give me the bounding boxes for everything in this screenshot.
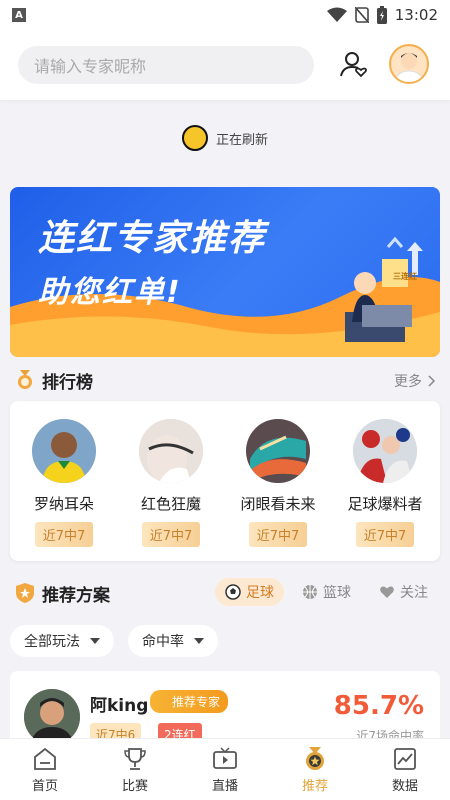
- user-avatar[interactable]: [389, 44, 429, 84]
- status-bar: A 13:02: [0, 0, 450, 30]
- filters: 全部玩法 命中率: [10, 625, 218, 657]
- app-notification-icon: A: [12, 8, 26, 22]
- rank-name: 足球爆料者: [347, 495, 423, 513]
- rank-tag: 近7中7: [34, 522, 94, 547]
- ranking-card: 罗纳耳朵 近7中7 红色狂魔 近7中7 闭眼看未来 近7中7 足球爆料者 近7中…: [10, 401, 440, 561]
- promo-banner[interactable]: 连红专家推荐 助您红单! 三连红: [10, 187, 440, 357]
- rank-avatar: [32, 419, 96, 483]
- expert-name: 阿king: [90, 696, 149, 716]
- tab-label: 足球: [246, 585, 274, 601]
- shield-icon: [16, 583, 34, 603]
- caret-down-icon: [194, 638, 204, 644]
- rank-avatar: [246, 419, 310, 483]
- nav-label: 比赛: [121, 778, 148, 794]
- rank-name: 罗纳耳朵: [33, 495, 94, 513]
- rank-avatar: [353, 419, 417, 483]
- filter-label: 全部玩法: [24, 634, 80, 650]
- medal-icon: [18, 370, 32, 389]
- nav-label: 数据: [391, 778, 418, 794]
- banner-title: 连红专家推荐: [38, 218, 267, 259]
- nav-label: 首页: [31, 778, 58, 794]
- rank-tag: 近7中7: [355, 522, 415, 547]
- chevron-right-icon: [428, 375, 436, 387]
- nav-data[interactable]: 数据: [360, 739, 450, 800]
- more-label: 更多: [394, 374, 422, 390]
- plans-header: 推荐方案: [16, 580, 110, 606]
- ranking-title: 排行榜: [42, 372, 93, 393]
- clock: 13:02: [394, 6, 438, 24]
- nav-label: 直播: [211, 778, 238, 794]
- expert-badge: 推荐专家: [150, 690, 229, 713]
- nav-live[interactable]: 直播: [180, 739, 270, 800]
- tab-label: 关注: [400, 585, 428, 601]
- bottom-nav: 首页 比赛 直播 推荐 数据: [0, 738, 450, 800]
- home-icon: [34, 747, 56, 770]
- no-sim-icon: [354, 7, 369, 23]
- refresh-text: 正在刷新: [215, 132, 268, 148]
- basketball-icon: [303, 585, 317, 599]
- wifi-icon: [326, 7, 347, 22]
- rank-item[interactable]: 红色狂魔 近7中7: [121, 419, 221, 547]
- tab-basketball[interactable]: 篮球: [292, 578, 361, 606]
- rank-name: 闭眼看未来: [240, 495, 316, 513]
- expert-avatar: [24, 689, 80, 745]
- search-placeholder: 请输入专家昵称: [34, 57, 147, 76]
- medal-badge-icon: [306, 746, 324, 770]
- nav-label: 推荐: [301, 778, 328, 794]
- rank-item[interactable]: 罗纳耳朵 近7中7: [14, 419, 114, 547]
- hit-rate-filter[interactable]: 命中率: [128, 625, 218, 657]
- search-header: 请输入专家昵称: [0, 30, 450, 100]
- rank-item[interactable]: 闭眼看未来 近7中7: [228, 419, 328, 547]
- play-type-filter[interactable]: 全部玩法: [10, 625, 114, 657]
- rank-avatar: [139, 419, 203, 483]
- banner-badge: 三连红: [393, 272, 417, 281]
- sport-tabs: 足球 篮球 关注: [215, 578, 438, 606]
- ranking-header: 排行榜: [16, 367, 93, 393]
- filter-label: 命中率: [142, 634, 184, 650]
- search-input[interactable]: 请输入专家昵称: [18, 46, 314, 84]
- rank-tag: 近7中7: [248, 522, 308, 547]
- tab-follow[interactable]: 关注: [369, 578, 438, 606]
- tab-football[interactable]: 足球: [215, 578, 284, 606]
- nav-home[interactable]: 首页: [0, 739, 90, 800]
- football-icon: [225, 584, 241, 600]
- refresh-indicator: 正在刷新: [0, 120, 450, 156]
- trophy-icon: [124, 747, 146, 770]
- ranking-more-link[interactable]: 更多: [394, 371, 436, 391]
- tv-icon: [213, 746, 237, 769]
- nav-matches[interactable]: 比赛: [90, 739, 180, 800]
- rank-tag: 近7中7: [141, 522, 201, 547]
- avatar-icon: [394, 53, 424, 82]
- nav-recommend[interactable]: 推荐: [270, 739, 360, 800]
- banner-subtitle: 助您红单!: [38, 275, 182, 310]
- rank-item[interactable]: 足球爆料者 近7中7: [335, 419, 435, 547]
- chart-icon: [394, 747, 416, 770]
- caret-down-icon: [90, 638, 100, 644]
- expert-hit-rate: 85.7%: [333, 691, 424, 721]
- badge-label: 推荐专家: [172, 695, 221, 709]
- heart-icon: [380, 586, 394, 598]
- refresh-ball-icon: [181, 125, 208, 151]
- follow-user-icon[interactable]: [338, 49, 370, 81]
- plans-title: 推荐方案: [42, 585, 110, 606]
- rank-name: 红色狂魔: [140, 495, 201, 513]
- battery-icon: [376, 6, 387, 24]
- tab-label: 篮球: [323, 585, 351, 601]
